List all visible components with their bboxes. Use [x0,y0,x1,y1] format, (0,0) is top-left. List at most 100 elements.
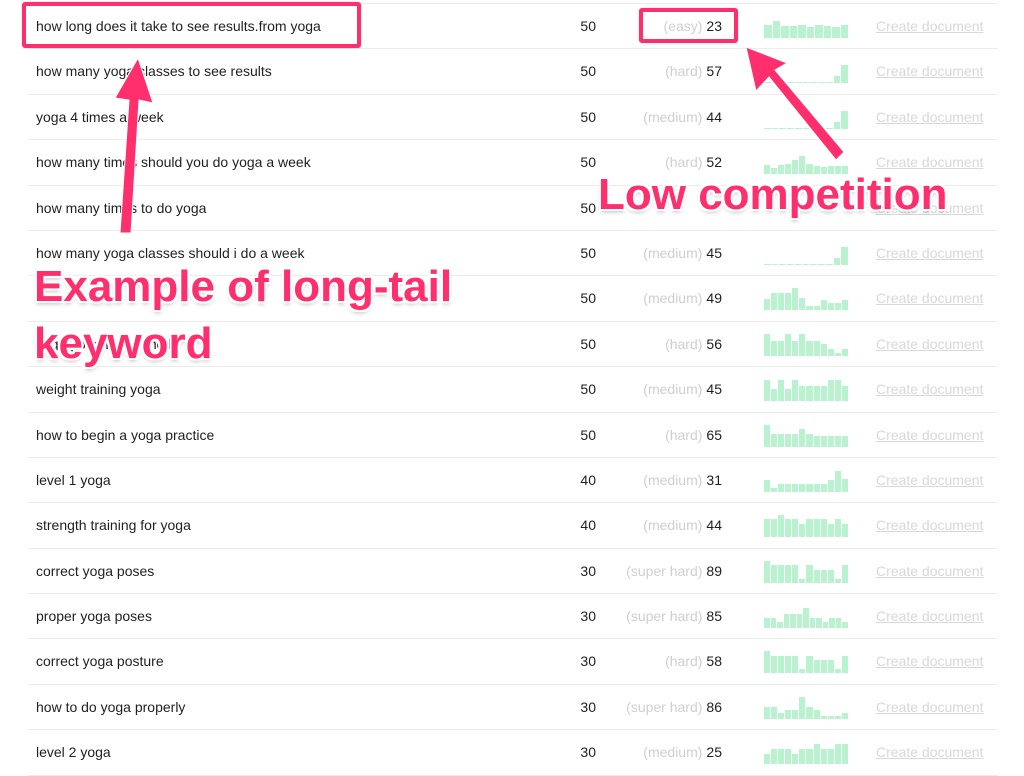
trend-bar [785,389,792,402]
trend-bar [799,578,806,583]
create-document-link[interactable]: Create document [876,276,983,320]
create-document-link[interactable]: Create document [876,685,983,729]
difficulty-score: 56 [706,335,722,352]
create-document-link[interactable]: Create document [876,503,983,547]
search-volume: 50 [580,335,596,352]
create-document-link[interactable]: Create document [876,322,983,366]
difficulty-label: (medium) [643,471,703,488]
trend-bar [806,564,813,583]
difficulty: (medium) 45 [643,367,722,411]
trend-bar [820,569,827,583]
trend-bar [799,524,806,538]
trend-sparkline [764,740,848,765]
trend-bar [827,380,834,402]
create-document-link[interactable]: Create document [876,231,983,275]
trend-sparkline [764,513,848,538]
trend-bar [792,656,799,674]
trend-sparkline [764,604,848,629]
create-document-link[interactable]: Create document [876,95,983,139]
trend-bar [764,651,771,674]
trend-bar [840,25,848,38]
trend-bar [813,660,820,674]
trend-sparkline [764,59,849,84]
trend-bar [825,127,833,129]
trend-sparkline [764,241,849,265]
trend-bar [794,263,802,265]
trend-bar [790,614,796,629]
trend-bar [820,519,827,538]
trend-bar [779,263,787,265]
trend-bar [823,26,831,38]
trend-bar [764,299,771,311]
search-volume: 50 [580,108,596,125]
difficulty-label: (super hard) [626,562,703,579]
trend-bar [806,656,813,674]
difficulty-score: 89 [706,562,722,579]
trend-sparkline [764,377,848,402]
create-document-link[interactable]: Create document [876,730,983,774]
trend-bar [778,749,785,765]
keyword-text: correct yoga poses [36,562,155,579]
trend-bar [799,428,806,447]
trend-bar [813,386,820,402]
trend-bar [841,348,848,356]
trend-bar [841,110,849,129]
difficulty-score: 44 [706,517,722,534]
trend-bar [792,483,799,492]
create-document-link[interactable]: Create document [876,549,983,593]
highlight-difficulty-box [639,8,738,43]
trend-bar [785,519,792,538]
trend-bar [764,560,771,583]
trend-bar [778,433,785,447]
highlight-keyword-box [22,2,361,48]
create-document-link[interactable]: Create document [876,413,983,457]
difficulty: (hard) 57 [665,49,722,93]
create-document-link[interactable]: Create document [876,367,983,411]
difficulty-score: 52 [706,154,722,171]
trend-bar [771,433,778,447]
search-volume: 50 [580,63,596,80]
trend-bar [770,618,777,629]
keyword-text: how to do yoga properly [36,698,186,715]
trend-bar [779,82,787,84]
trend-bar [787,263,794,265]
trend-sparkline [764,559,848,583]
trend-bar [841,524,848,538]
search-volume: 30 [580,562,596,579]
create-document-link[interactable]: Create document [876,458,983,502]
keyword-text: level 2 yoga [36,744,111,761]
create-document-link[interactable]: Create document [876,49,983,93]
create-document-link[interactable]: Create document [876,594,983,638]
trend-bar [799,298,806,311]
trend-bar [764,25,772,38]
search-volume: 40 [580,471,596,488]
trend-bar [827,435,834,447]
create-document-link[interactable]: Create document [876,639,983,683]
create-document-link[interactable]: Create document [876,4,983,48]
trend-bar [771,293,778,311]
trend-bar [771,340,778,356]
trend-bar [827,660,834,674]
trend-bar [764,754,771,765]
trend-bar [799,749,806,765]
trend-bar [778,380,785,402]
trend-bar [841,744,848,765]
trend-bar [829,618,835,629]
trend-bar [792,288,799,311]
search-volume: 30 [580,744,596,761]
trend-bar [785,709,792,719]
trend-bar [842,622,848,629]
trend-bar [834,303,841,311]
trend-bar [799,669,806,674]
table-row: yoga 4 times a week 50 (medium) 44 Create… [28,95,998,141]
trend-bar [834,519,841,538]
trend-bar [818,263,825,265]
keyword-text: weight training yoga [36,381,161,398]
difficulty-label: (medium) [643,290,703,307]
trend-bar [813,435,820,447]
trend-bar [816,618,822,629]
trend-bar [841,246,849,265]
trend-sparkline [764,695,848,719]
trend-bar [834,380,841,402]
trend-bar [778,293,785,311]
